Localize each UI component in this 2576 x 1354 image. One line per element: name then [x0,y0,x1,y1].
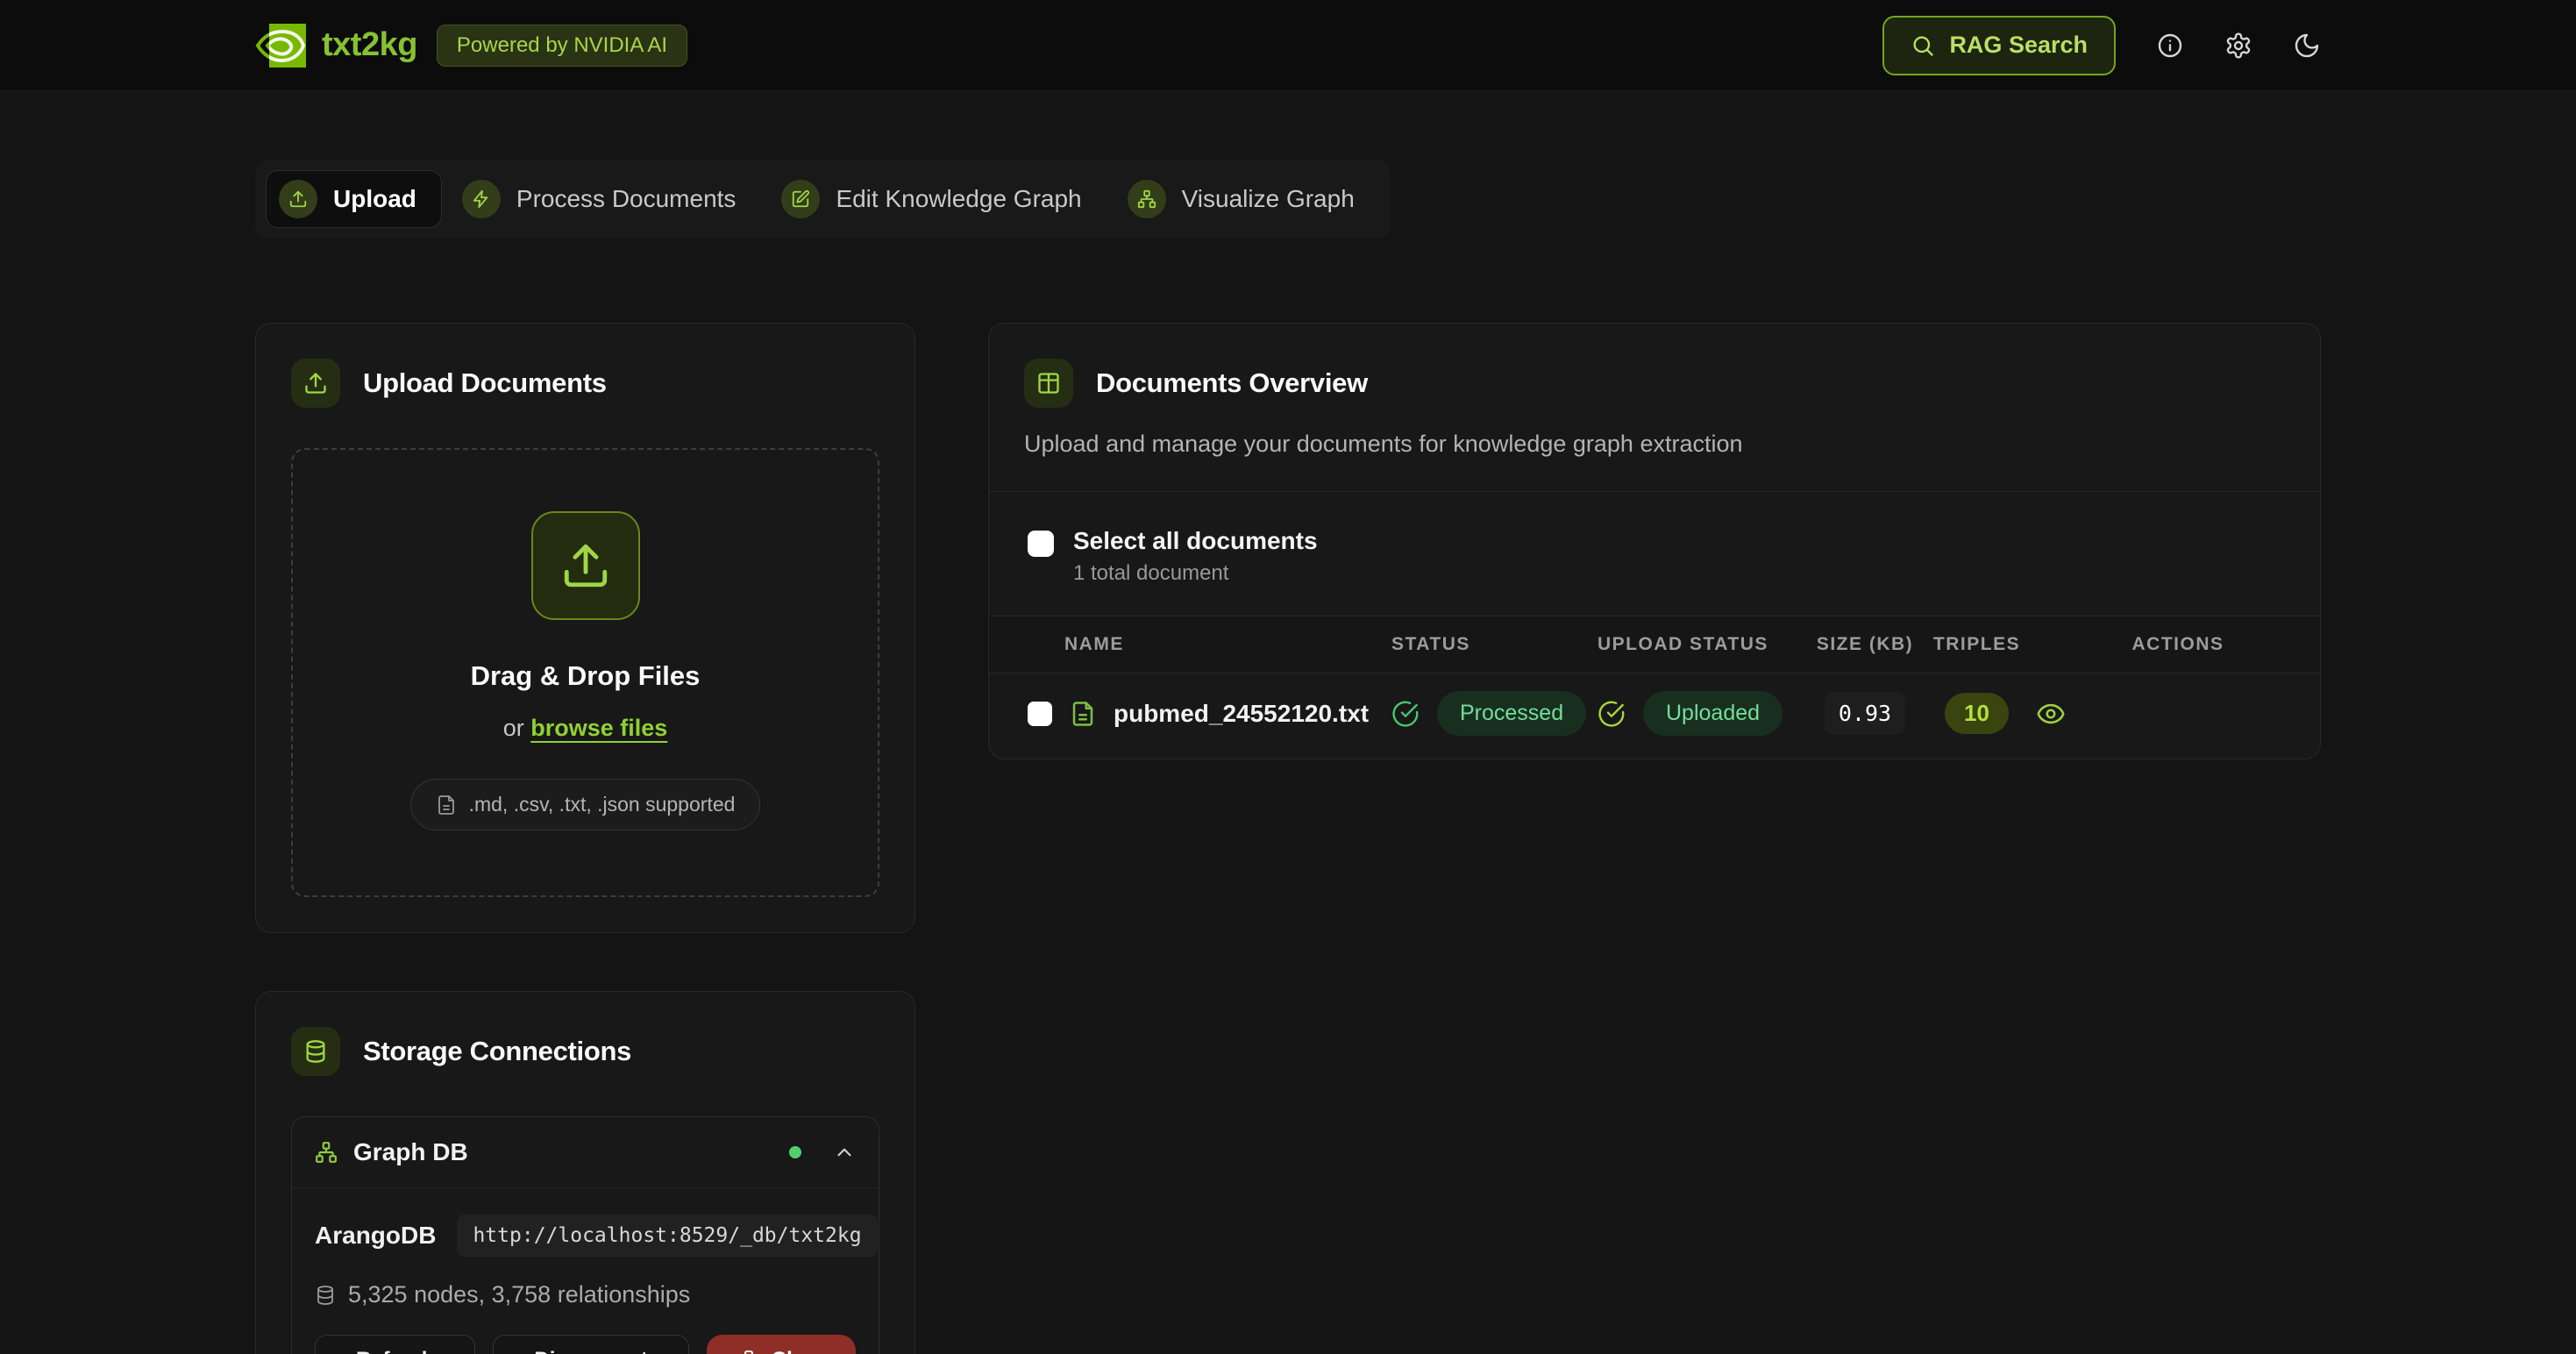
column-header-actions: ACTIONS [2036,616,2320,673]
dropzone-title: Drag & Drop Files [314,660,857,692]
network-icon [1128,180,1166,218]
main-content: Upload Process Documents Edit Knowledge … [255,91,2321,1354]
graph-db-stats-text: 5,325 nodes, 3,758 relationships [348,1281,690,1308]
graph-db-provider: ArangoDB [315,1222,436,1250]
graph-db-section: Graph DB ArangoDB http://lo [291,1116,879,1354]
tab-upload[interactable]: Upload [266,170,442,228]
graph-db-label: Graph DB [353,1138,468,1166]
select-all-label: Select all documents [1073,527,1318,555]
clear-button[interactable]: Clear [707,1335,856,1354]
refresh-button[interactable]: Refresh [315,1335,475,1354]
connected-status-dot [789,1146,801,1158]
upload-documents-card: Upload Documents Drag & Drop Files or br… [255,323,915,933]
app-root: txt2kg Powered by NVIDIA AI RAG Search [0,0,2576,1354]
table-icon [1024,359,1073,408]
documents-card-subtitle: Upload and manage your documents for kno… [1024,431,2285,491]
edit-icon [781,180,820,218]
supported-formats-text: .md, .csv, .txt, .json supported [469,793,736,816]
dropzone-or-text: or [503,715,524,741]
table-row: pubmed_24552120.txt Processed [989,673,2320,759]
network-icon [315,1141,338,1164]
upload-icon [279,180,317,218]
upload-icon [291,359,340,408]
upload-icon [531,511,640,620]
upload-card-title: Upload Documents [363,367,607,399]
document-name: pubmed_24552120.txt [1114,700,1369,728]
zap-icon [462,180,501,218]
moon-icon [2293,32,2321,60]
info-button[interactable] [2156,32,2184,60]
settings-icon [2224,32,2252,60]
file-icon [436,795,457,816]
file-icon [1070,701,1096,727]
column-header-status: STATUS [1391,616,1598,673]
left-column: Upload Documents Drag & Drop Files or br… [255,323,915,1354]
tab-edit-knowledge-graph[interactable]: Edit Knowledge Graph [768,170,1107,228]
header-actions: RAG Search [1882,16,2321,75]
eye-icon [2036,699,2066,729]
check-circle-icon [1391,700,1420,728]
nvidia-logo [255,24,306,68]
column-header-size: SIZE (KB) [1812,616,1918,673]
file-dropzone[interactable]: Drag & Drop Files or browse files .md, .… [291,448,879,897]
tab-label: Upload [333,185,416,213]
documents-card-title: Documents Overview [1096,367,1368,399]
clear-label: Clear [772,1348,824,1354]
database-icon [291,1027,340,1076]
graph-db-url: http://localhost:8529/_db/txt2kg [457,1215,877,1257]
tab-process-documents[interactable]: Process Documents [449,170,762,228]
chevron-up-icon[interactable] [833,1141,856,1164]
column-header-upload-status: UPLOAD STATUS [1598,616,1812,673]
tab-label: Visualize Graph [1182,185,1355,213]
column-header-name: NAME [989,616,1391,673]
view-document-button[interactable] [2036,699,2066,729]
dark-mode-toggle[interactable] [2293,32,2321,60]
view-tabs: Upload Process Documents Edit Knowledge … [255,160,1391,239]
storage-card-title: Storage Connections [363,1036,631,1067]
upload-status-badge: Uploaded [1643,691,1783,736]
right-column: Documents Overview Upload and manage you… [988,323,2321,759]
database-icon [315,1285,336,1306]
app-header: txt2kg Powered by NVIDIA AI RAG Search [0,0,2576,91]
graph-db-details: ArangoDB http://localhost:8529/_db/txt2k… [292,1187,879,1354]
column-header-triples: TRIPLES [1918,616,2036,673]
select-all-checkbox[interactable] [1028,531,1054,557]
settings-button[interactable] [2224,32,2252,60]
size-value: 0.93 [1825,692,1905,735]
documents-overview-card: Documents Overview Upload and manage you… [988,323,2321,759]
tab-label: Edit Knowledge Graph [836,185,1081,213]
powered-by-badge: Powered by NVIDIA AI [437,25,687,67]
status-badge: Processed [1437,691,1586,736]
documents-table: NAME STATUS UPLOAD STATUS SIZE (KB) TRIP… [989,616,2320,759]
info-icon [2156,32,2184,60]
search-icon [1911,33,1935,58]
row-checkbox[interactable] [1028,702,1052,726]
graph-db-header[interactable]: Graph DB [292,1117,879,1187]
select-all-block: Select all documents 1 total document [989,492,2320,586]
page-title: txt2kg [322,26,417,64]
supported-formats-pill: .md, .csv, .txt, .json supported [410,779,761,830]
table-header-row: NAME STATUS UPLOAD STATUS SIZE (KB) TRIP… [989,616,2320,673]
tab-visualize-graph[interactable]: Visualize Graph [1114,170,1380,228]
tab-label: Process Documents [516,185,737,213]
triples-count-badge: 10 [1945,693,2009,734]
check-circle-icon [1598,700,1626,728]
browse-files-link[interactable]: browse files [530,715,667,741]
disconnect-button[interactable]: Disconnect [493,1335,688,1354]
rag-search-label: RAG Search [1949,32,2088,59]
rag-search-button[interactable]: RAG Search [1882,16,2116,75]
graph-db-stats: 5,325 nodes, 3,758 relationships [315,1281,856,1308]
storage-connections-card: Storage Connections Graph DB [255,991,915,1354]
total-documents-label: 1 total document [1073,561,1318,586]
trash-icon [738,1350,759,1354]
brand: txt2kg Powered by NVIDIA AI [255,24,687,68]
